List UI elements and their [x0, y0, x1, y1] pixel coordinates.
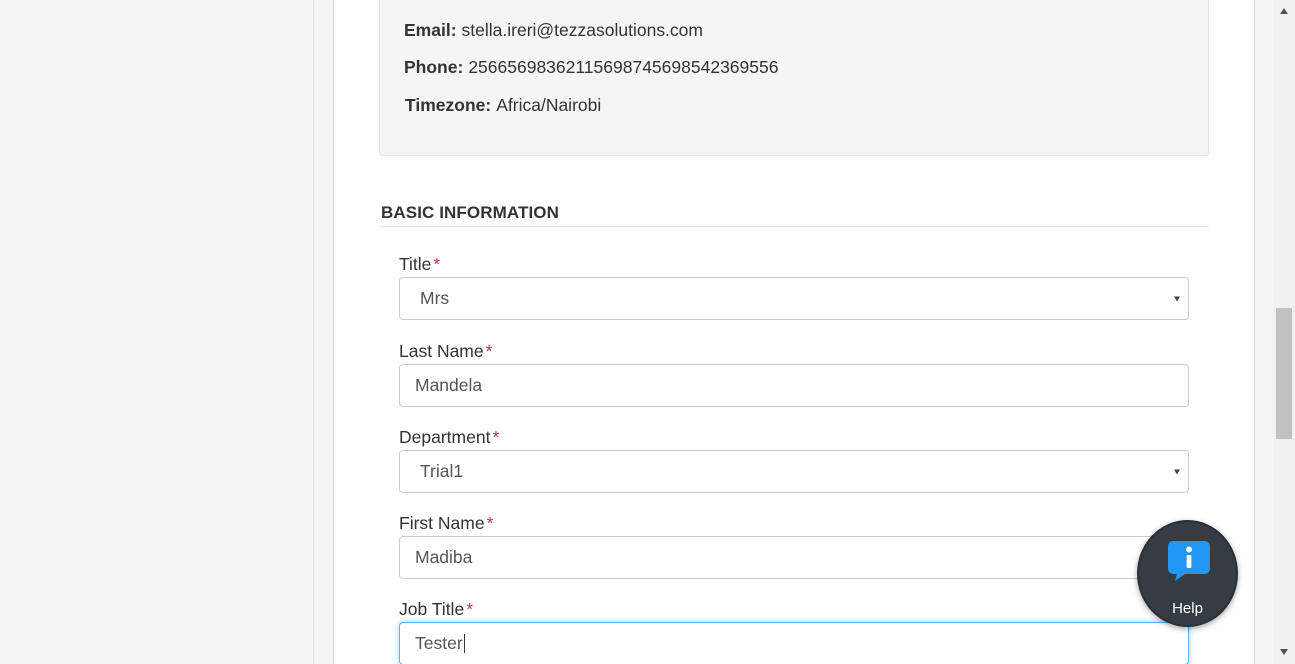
- chevron-down-icon: [1174, 469, 1180, 474]
- last-name-input[interactable]: Mandela: [399, 364, 1189, 407]
- help-button[interactable]: Help: [1137, 520, 1238, 627]
- required-marker: *: [486, 513, 494, 533]
- scroll-up-arrow-icon[interactable]: [1280, 8, 1288, 14]
- last-name-value: Mandela: [415, 375, 483, 395]
- required-marker: *: [485, 341, 493, 361]
- help-label: Help: [1172, 600, 1203, 617]
- title-select[interactable]: Mrs: [399, 277, 1189, 320]
- department-select[interactable]: Trial1: [399, 450, 1189, 493]
- page-scrollbar[interactable]: [1273, 0, 1295, 664]
- phone-label: Phone:: [404, 57, 464, 77]
- first-name-value: Madiba: [415, 547, 473, 567]
- first-name-input[interactable]: Madiba: [399, 536, 1189, 579]
- timezone-value: Africa/Nairobi: [496, 95, 602, 115]
- required-marker: *: [466, 599, 473, 619]
- job-title-value: Tester: [415, 633, 463, 653]
- required-marker: *: [433, 254, 441, 274]
- first-name-label: First Name *: [399, 513, 494, 533]
- job-title-input[interactable]: Tester: [399, 622, 1189, 664]
- required-marker: *: [492, 427, 500, 447]
- timezone-label: Timezone:: [405, 95, 492, 115]
- last-name-label: Last Name *: [399, 341, 493, 361]
- title-select-value: Mrs: [420, 288, 450, 308]
- department-select-value: Trial1: [420, 461, 464, 481]
- email-label: Email:: [404, 20, 457, 40]
- phone-value: 25665698362115698745698542369556: [468, 57, 779, 77]
- scrollbar-thumb[interactable]: [1276, 308, 1292, 439]
- info-chat-icon: [1168, 541, 1210, 581]
- text-cursor: [463, 634, 465, 653]
- job-title-label: Job Title *: [399, 599, 473, 619]
- sidebar-area: [0, 0, 314, 664]
- section-title: BASIC INFORMATION: [381, 203, 559, 222]
- department-label: Department *: [399, 427, 500, 447]
- email-value: stella.ireri@tezzasolutions.com: [461, 20, 703, 40]
- section-divider: [380, 226, 1209, 227]
- phone-row: Phone: 25665698362115698745698542369556: [404, 57, 778, 78]
- chevron-down-icon: [1174, 296, 1180, 301]
- title-label: Title *: [399, 254, 441, 274]
- timezone-row: Timezone: Africa/Nairobi: [405, 95, 601, 116]
- scroll-down-arrow-icon[interactable]: [1280, 649, 1288, 655]
- page: Email: stella.ireri@tezzasolutions.com Ph…: [0, 0, 1295, 664]
- email-row: Email: stella.ireri@tezzasolutions.com: [404, 20, 703, 41]
